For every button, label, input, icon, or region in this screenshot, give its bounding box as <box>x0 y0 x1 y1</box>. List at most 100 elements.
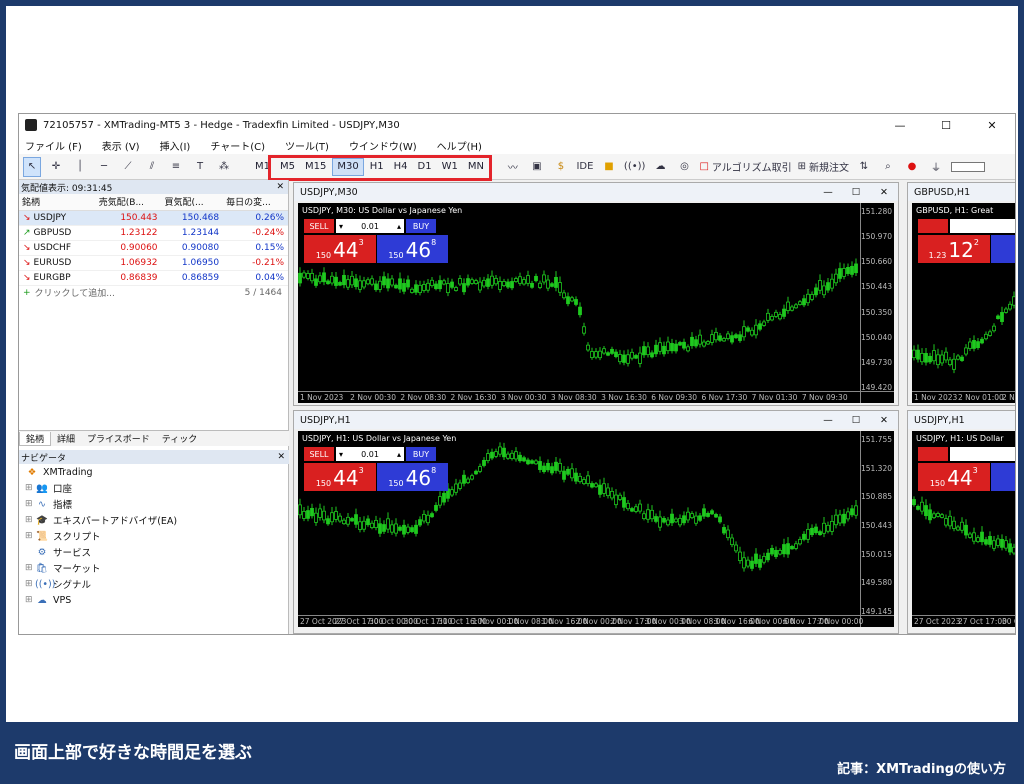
menu-tools[interactable]: ツール(T) <box>285 138 329 153</box>
shapes-icon[interactable]: ⁂ <box>215 157 233 177</box>
sell-price[interactable]: 150 44 3 <box>304 235 376 263</box>
expand-icon[interactable]: ⊞ <box>25 531 35 541</box>
menu-window[interactable]: ウインドウ(W) <box>349 138 417 153</box>
indicator-icon[interactable]: ▣ <box>528 157 546 177</box>
maximize-icon[interactable]: ☐ <box>842 187 870 198</box>
menu-insert[interactable]: 挿入(I) <box>160 138 191 153</box>
text-icon[interactable]: T <box>191 157 209 177</box>
close-icon[interactable]: ✕ <box>276 182 284 192</box>
sell-button[interactable] <box>918 219 948 233</box>
menu-file[interactable]: ファイル (F) <box>25 138 82 153</box>
buy-price[interactable] <box>990 463 1015 491</box>
price-chart[interactable]: USDJPY, H1: US Dollar vs Japanese Yen SEL… <box>298 431 894 627</box>
expand-icon[interactable]: ⊞ <box>25 595 35 605</box>
close-icon[interactable]: ✕ <box>870 187 898 198</box>
table-row[interactable]: ↘ USDJPY 150.443 150.468 0.26% <box>19 210 288 226</box>
col-bid[interactable]: 売気配(B... <box>95 194 162 211</box>
minimize-icon[interactable]: — <box>814 415 842 426</box>
sell-button[interactable]: SELL <box>304 447 334 461</box>
menu-chart[interactable]: チャート(C) <box>210 138 265 153</box>
expand-icon[interactable]: ⊞ <box>25 499 35 509</box>
dollar-icon[interactable]: $ <box>552 157 570 177</box>
tab-priceboard[interactable]: プライスボード <box>81 432 156 445</box>
buy-button[interactable]: BUY <box>406 219 436 233</box>
minimize-button[interactable]: — <box>877 119 923 132</box>
vertical-line-icon[interactable]: │ <box>71 157 89 177</box>
expand-icon[interactable]: ⊞ <box>25 579 35 589</box>
navigator-item[interactable]: ⊞ ((•)) シグナル <box>19 576 289 592</box>
close-button[interactable]: ✕ <box>969 119 1015 132</box>
minimize-icon[interactable]: — <box>814 187 842 198</box>
table-row[interactable]: ↗ GBPUSD 1.23122 1.23144 -0.24% <box>19 225 288 241</box>
buy-price[interactable]: 1.23 <box>990 235 1015 263</box>
navigator-item[interactable]: ⊞ 👥 口座 <box>19 480 289 496</box>
expand-icon[interactable]: ⊞ <box>25 483 35 493</box>
price-chart[interactable]: GBPUSD, H1: Great1.231221.231 Nov 20232 … <box>912 203 1015 403</box>
trendline-icon[interactable]: ⟋ <box>119 157 137 177</box>
lot-input[interactable] <box>950 219 1015 233</box>
search-icon[interactable]: ⌕ <box>879 157 897 177</box>
buy-button[interactable]: BUY <box>406 447 436 461</box>
navigator-item[interactable]: ⊞ ∿ 指標 <box>19 496 289 512</box>
navigator-root[interactable]: ❖ XMTrading <box>19 464 289 480</box>
algo-trading-button[interactable]: □ アルゴリズム取引 <box>699 157 791 177</box>
table-row[interactable]: ↘ USDCHF 0.90060 0.90080 0.15% <box>19 240 288 256</box>
col-change[interactable]: 毎日の変... <box>223 194 288 211</box>
price-chart[interactable]: USDJPY, H1: US Dollar 150 44 3 27 Oct 2023 27… <box>912 431 1015 627</box>
cursor-icon[interactable]: ↖ <box>23 156 41 177</box>
price-chart[interactable]: USDJPY, M30: US Dollar vs Japanese Yen SE… <box>298 203 894 403</box>
sell-price[interactable]: 1.23 12 2 <box>918 235 990 263</box>
chart-window-usdjpy-h1-2[interactable]: USDJPY,H1 USDJPY, H1: US Dollar 150 44 3 27 … <box>907 410 1015 634</box>
lot-down-icon[interactable]: ▾ <box>339 450 343 459</box>
tab-ticks[interactable]: ティック <box>156 432 203 445</box>
lot-input[interactable] <box>950 447 1015 461</box>
chart-type-icon[interactable]: 〰 <box>504 157 522 177</box>
lot-input[interactable]: ▾ 0.01 ▴ <box>336 447 404 461</box>
navigator-item[interactable]: ⊞ 🎓 エキスパートアドバイザ(EA) <box>19 512 289 528</box>
navigator-item[interactable]: ⊞ 📜 スクリプト <box>19 528 289 544</box>
chart-window-gbpusd-h1[interactable]: GBPUSD,H1 GBPUSD, H1: Great1.231221.231 … <box>907 182 1015 406</box>
close-icon[interactable]: ✕ <box>870 415 898 426</box>
globe-icon[interactable]: ◎ <box>675 157 693 177</box>
lot-up-icon[interactable]: ▴ <box>397 450 401 459</box>
horizontal-line-icon[interactable]: ─ <box>95 157 113 177</box>
sell-price[interactable]: 150 44 3 <box>304 463 376 491</box>
buy-price[interactable]: 150 46 8 <box>376 235 448 263</box>
add-symbol-row[interactable]: + クリックして追加... 5 / 1464 <box>19 286 288 300</box>
tab-details[interactable]: 詳細 <box>51 432 81 445</box>
table-row[interactable]: ↘ EURUSD 1.06932 1.06950 -0.21% <box>19 255 288 271</box>
table-row[interactable]: ↘ EURGBP 0.86839 0.86859 0.04% <box>19 270 288 286</box>
menu-help[interactable]: ヘルプ(H) <box>437 138 482 153</box>
menu-view[interactable]: 表示 (V) <box>102 138 140 153</box>
expand-icon[interactable]: ⊞ <box>25 563 35 573</box>
connection-icon[interactable]: ⏚ <box>927 157 945 177</box>
col-ask[interactable]: 買気配(... <box>161 194 224 211</box>
lot-down-icon[interactable]: ▾ <box>339 222 343 231</box>
depth-icon[interactable]: ⇅ <box>855 157 873 177</box>
notification-icon[interactable]: ● <box>903 157 921 177</box>
chart-window-usdjpy-m30[interactable]: USDJPY,M30 — ☐ ✕ USDJPY, M30: US Dollar vs… <box>293 182 899 406</box>
sell-button[interactable] <box>918 447 948 461</box>
chart-window-usdjpy-h1[interactable]: USDJPY,H1 — ☐ ✕ USDJPY, H1: US Dollar vs J… <box>293 410 899 634</box>
bag-icon[interactable]: ■ <box>600 157 618 177</box>
maximize-icon[interactable]: ☐ <box>842 415 870 426</box>
ide-button[interactable]: IDE <box>576 157 594 177</box>
new-order-button[interactable]: ⊞ 新規注文 <box>798 157 849 177</box>
cloud-icon[interactable]: ☁ <box>651 157 669 177</box>
navigator-item[interactable]: ⊞ 🛍 マーケット <box>19 560 289 576</box>
navigator-item[interactable]: ⊞ ☁ VPS <box>19 592 289 608</box>
expand-icon[interactable]: ⊞ <box>25 515 35 525</box>
channel-icon[interactable]: ⫽ <box>143 157 161 177</box>
fibonacci-icon[interactable]: ≡ <box>167 157 185 177</box>
signal-icon[interactable]: ((•)) <box>624 157 646 177</box>
close-icon[interactable]: ✕ <box>277 452 285 462</box>
col-symbol[interactable]: 銘柄 <box>19 194 96 211</box>
crosshair-icon[interactable]: ✛ <box>47 157 65 177</box>
tab-symbols[interactable]: 銘柄 <box>19 431 52 446</box>
navigator-item[interactable]: ⚙ サービス <box>19 544 289 560</box>
buy-price[interactable]: 150 46 8 <box>376 463 448 491</box>
sell-button[interactable]: SELL <box>304 219 334 233</box>
lot-up-icon[interactable]: ▴ <box>397 222 401 231</box>
sell-price[interactable]: 150 44 3 <box>918 463 990 491</box>
maximize-button[interactable]: ☐ <box>923 119 969 132</box>
